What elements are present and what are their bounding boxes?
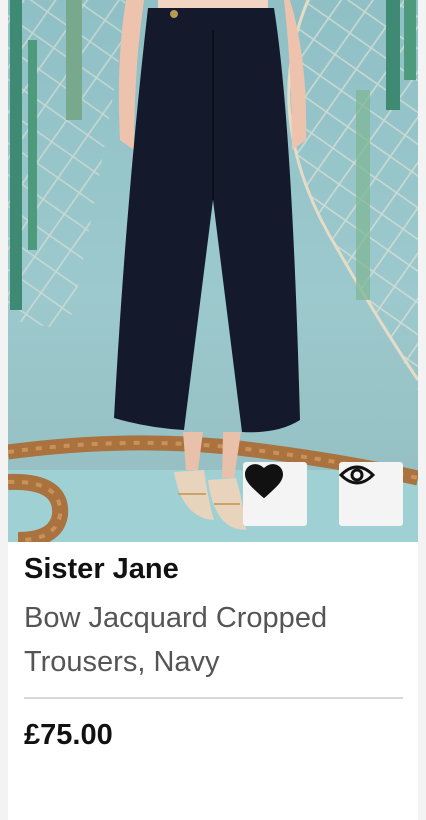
- heart-icon: [245, 464, 283, 499]
- divider: [24, 697, 403, 699]
- product-photo-illustration: [8, 0, 418, 542]
- eye-icon: [339, 465, 375, 485]
- wishlist-button[interactable]: [243, 462, 307, 526]
- quick-view-button[interactable]: [339, 462, 403, 526]
- product-image[interactable]: [8, 0, 418, 542]
- product-brand[interactable]: Sister Jane: [24, 553, 179, 586]
- product-title[interactable]: Bow Jacquard Cropped Trousers, Navy: [24, 596, 404, 684]
- product-price: £75.00: [24, 719, 113, 751]
- product-card[interactable]: Sister Jane Bow Jacquard Cropped Trouser…: [8, 0, 418, 820]
